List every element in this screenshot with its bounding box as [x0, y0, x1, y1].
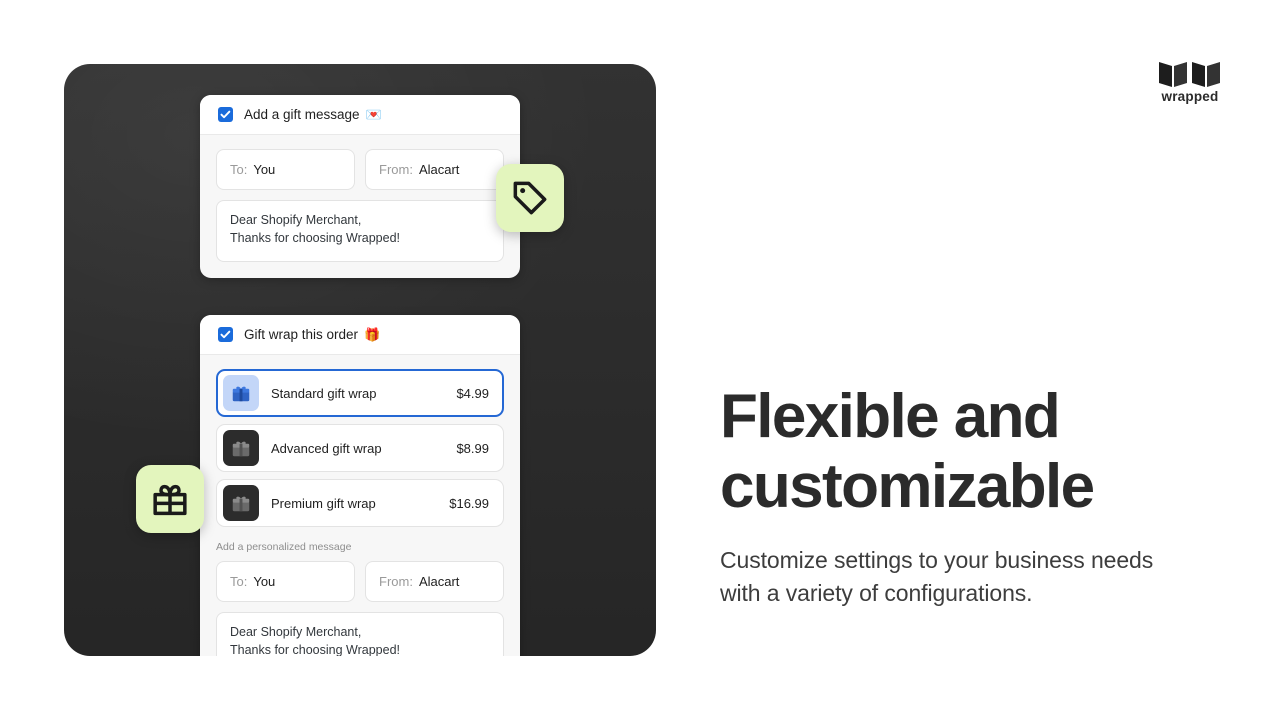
- gift-wrap-name-row: To: You From: Alacart: [216, 561, 504, 602]
- gift-wrap-option-advanced[interactable]: Advanced gift wrap $8.99: [216, 424, 504, 472]
- gift-message-card-header: Add a gift message 💌: [200, 95, 520, 135]
- gift-message-title-text: Add a gift message: [244, 106, 360, 122]
- gift-wrap-message-line-1: Dear Shopify Merchant,: [230, 625, 362, 639]
- gift-wrap-card-header: Gift wrap this order 🎁: [200, 315, 520, 355]
- tag-badge: [496, 164, 564, 232]
- brand-wordmark: wrapped: [1161, 89, 1219, 104]
- wrapped-gift-emoji: 🎁: [364, 327, 381, 342]
- device-screen: Add a gift message 💌 To: You From: Alaca…: [64, 64, 656, 656]
- gift-wrap-option-premium[interactable]: Premium gift wrap $16.99: [216, 479, 504, 527]
- gift-message-line-1: Dear Shopify Merchant,: [230, 213, 362, 227]
- gift-message-name-row: To: You From: Alacart: [216, 149, 504, 190]
- gift-message-title: Add a gift message 💌: [244, 108, 382, 122]
- gift-wrap-textarea[interactable]: Dear Shopify Merchant, Thanks for choosi…: [216, 612, 504, 656]
- option-name: Premium gift wrap: [271, 495, 376, 511]
- option-name: Advanced gift wrap: [271, 440, 382, 456]
- gift-message-from-field[interactable]: From: Alacart: [365, 149, 504, 190]
- from-label: From:: [379, 574, 413, 589]
- option-price: $4.99: [456, 385, 489, 401]
- gift-icon: [153, 484, 187, 516]
- from-value: Alacart: [418, 162, 460, 177]
- subheadline: Customize settings to your business need…: [720, 544, 1240, 609]
- subhead-line-2: with a variety of configurations.: [720, 579, 1033, 606]
- headline-line-2: customizable: [720, 452, 1095, 522]
- personalized-message-label: Add a personalized message: [216, 541, 352, 553]
- gift-wrap-card-body: Standard gift wrap $4.99 Advanced gift w…: [200, 355, 520, 656]
- gift-box-icon-glyph: [232, 496, 250, 512]
- gift-wrap-title-text: Gift wrap this order: [244, 326, 359, 342]
- gift-wrap-card: Gift wrap this order 🎁 Standard gift wra…: [200, 315, 520, 656]
- check-icon: [220, 110, 231, 119]
- folded-paper-mark-icon: [1159, 62, 1220, 87]
- gift-wrap-option-standard[interactable]: Standard gift wrap $4.99: [216, 369, 504, 417]
- gift-box-icon-glyph: [232, 441, 250, 457]
- gift-wrap-message-line-2: Thanks for choosing Wrapped!: [230, 642, 401, 656]
- option-price: $8.99: [456, 440, 489, 456]
- copy-block: Flexible and customizable Customize sett…: [720, 382, 1240, 609]
- gift-box-icon-glyph: [232, 386, 250, 402]
- gift-badge: [136, 465, 204, 533]
- gift-box-icon: [223, 430, 259, 466]
- to-label: To:: [230, 574, 248, 589]
- from-value: Alacart: [418, 574, 460, 589]
- to-label: To:: [230, 162, 248, 177]
- gift-message-to-field[interactable]: To: You: [216, 149, 355, 190]
- gift-wrap-title: Gift wrap this order 🎁: [244, 328, 380, 342]
- from-label: From:: [379, 162, 413, 177]
- slide-canvas: wrapped Add a gift message 💌 To: You Fro…: [0, 0, 1280, 720]
- gift-wrap-to-field[interactable]: To: You: [216, 561, 355, 602]
- gift-box-icon: [223, 375, 259, 411]
- gift-box-icon: [223, 485, 259, 521]
- love-letter-emoji: 💌: [365, 107, 382, 122]
- subhead-line-1: Customize settings to your business need…: [720, 547, 1154, 574]
- gift-wrap-from-field[interactable]: From: Alacart: [365, 561, 504, 602]
- gift-wrap-options-list: Standard gift wrap $4.99 Advanced gift w…: [216, 369, 504, 527]
- gift-wrap-order-checkbox[interactable]: [218, 327, 233, 342]
- tag-icon: [513, 181, 547, 215]
- headline: Flexible and customizable: [720, 382, 1240, 522]
- to-value: You: [253, 162, 276, 177]
- headline-line-1: Flexible and: [720, 382, 1061, 451]
- check-icon: [220, 330, 231, 339]
- gift-message-textarea[interactable]: Dear Shopify Merchant, Thanks for choosi…: [216, 200, 504, 262]
- option-price: $16.99: [449, 495, 489, 511]
- to-value: You: [253, 574, 276, 589]
- option-name: Standard gift wrap: [271, 385, 377, 401]
- gift-message-card: Add a gift message 💌 To: You From: Alaca…: [200, 95, 520, 278]
- add-gift-message-checkbox[interactable]: [218, 107, 233, 122]
- gift-message-line-2: Thanks for choosing Wrapped!: [230, 230, 401, 245]
- brand-logo: wrapped: [1150, 60, 1230, 104]
- gift-message-card-body: To: You From: Alacart Dear Shopify Merch…: [200, 135, 520, 278]
